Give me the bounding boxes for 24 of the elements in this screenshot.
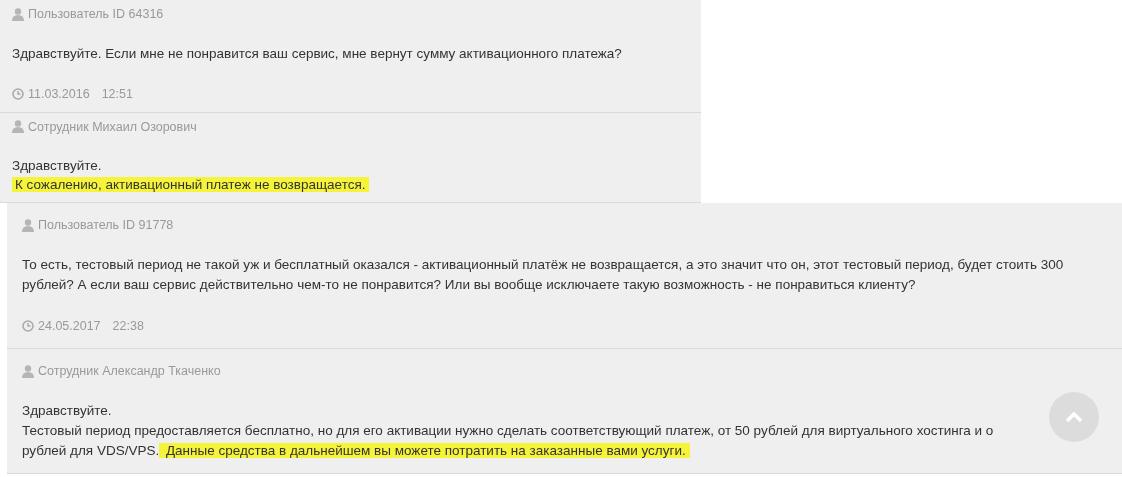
message-text: Тестовый период предоставляется бесплатно, но для его активации нужно сделать соответствующий платеж, от 50 рублей для виртуального хостинга и о	[22, 422, 994, 438]
clock-icon	[12, 88, 24, 101]
author-name: Сотрудник Александр Ткаченко	[38, 362, 221, 380]
author-name: Сотрудник Михаил Озорович	[28, 118, 197, 136]
user-icon	[12, 7, 24, 21]
message-date: 24.05.2017	[38, 318, 101, 335]
author-name: Пользователь ID 64316	[28, 6, 164, 23]
chevron-up-icon	[1065, 411, 1083, 423]
clock-icon	[22, 320, 34, 333]
user-icon	[22, 364, 34, 378]
highlighted-text: К сожалению, активационный платеж не возвращается.	[12, 177, 370, 193]
message-date: 11.03.2016	[28, 85, 90, 103]
message-text: Здравствуйте.	[12, 158, 102, 174]
message-time: 22:38	[112, 318, 144, 335]
message-text: Здравствуйте.	[22, 402, 112, 418]
message-text: рублей для VDS/VPS.	[22, 442, 160, 458]
user-icon	[22, 219, 34, 233]
message-text: То есть, тестовый период не такой уж и бесплатный оказался - активационный платёж не возвращается, а это значит что он, этот тестовый период, будет стоить 300	[22, 257, 1064, 272]
message-time: 12:51	[101, 85, 133, 103]
user-icon	[12, 120, 24, 134]
highlighted-text: Данные средства в дальнейшем вы можете потратить на заказанные вами услуги.	[159, 442, 690, 458]
message-text: рублей? А если ваш сервис действительно чем-то не понравится? Или вы вообще исключаете такую возможность - не понравиться клиенту?	[22, 277, 916, 292]
author-name: Пользователь ID 91778	[38, 217, 174, 235]
message-text: Здравствуйте. Если мне не понравится ваш сервис, мне вернут сумму активационного платежа?	[12, 45, 622, 61]
